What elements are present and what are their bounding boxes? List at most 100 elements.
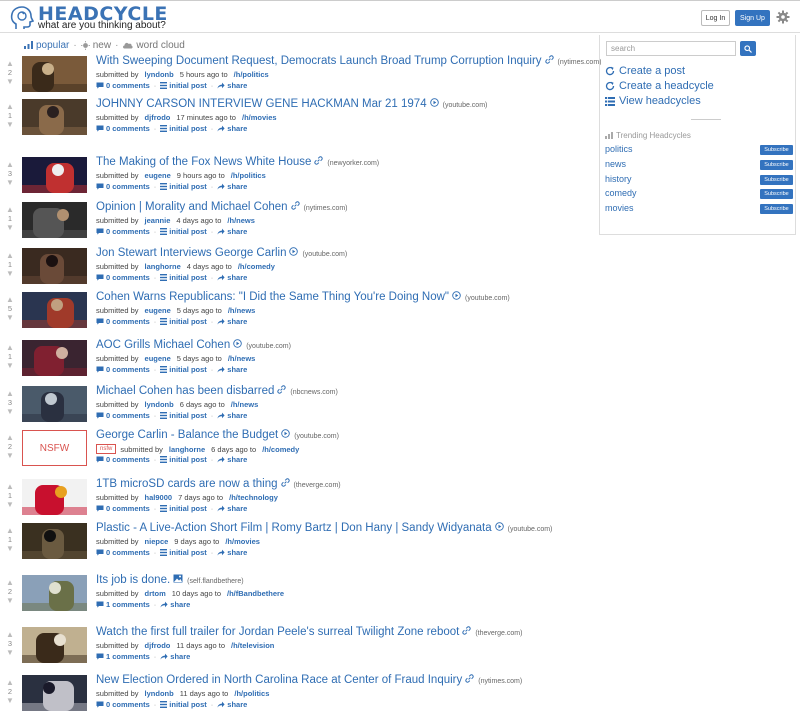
upvote-arrow-icon[interactable]: ▲ [6, 433, 14, 442]
post-author-link[interactable]: langhorne [169, 445, 205, 454]
initial-post-link[interactable]: initial post [160, 700, 207, 709]
search-input[interactable]: search [606, 41, 736, 56]
post-title-link[interactable]: JOHNNY CARSON INTERVIEW GENE HACKMAN Mar… [96, 98, 427, 110]
trending-item-link[interactable]: movies [605, 203, 634, 213]
post-thumbnail[interactable] [22, 675, 87, 711]
post-category-link[interactable]: /h/news [228, 354, 256, 363]
upvote-arrow-icon[interactable]: ▲ [6, 205, 14, 214]
post-category-link[interactable]: /h/news [231, 400, 259, 409]
post-thumbnail[interactable] [22, 575, 87, 611]
subscribe-button[interactable]: Subscribe [760, 175, 793, 185]
post-category-link[interactable]: /h/technology [229, 493, 278, 502]
downvote-arrow-icon[interactable]: ▼ [6, 451, 14, 460]
post-title-link[interactable]: Plastic - A Live-Action Short Film | Rom… [96, 522, 492, 534]
initial-post-link[interactable]: initial post [160, 81, 207, 90]
share-link[interactable]: share [160, 600, 190, 609]
post-category-link[interactable]: /h/fBandbethere [227, 589, 284, 598]
post-title-link[interactable]: Watch the first full trailer for Jordan … [96, 626, 459, 638]
post-domain[interactable]: (youtube.com) [465, 295, 510, 302]
post-thumbnail[interactable] [22, 386, 87, 422]
comments-link[interactable]: 0 comments [96, 182, 150, 191]
post-title-link[interactable]: Opinion | Morality and Michael Cohen [96, 201, 288, 213]
trending-item-link[interactable]: history [605, 174, 632, 184]
post-thumbnail[interactable] [22, 523, 87, 559]
trending-item-link[interactable]: politics [605, 144, 633, 154]
initial-post-link[interactable]: initial post [160, 411, 207, 420]
trending-item-link[interactable]: news [605, 159, 626, 169]
post-category-link[interactable]: /h/comedy [262, 445, 299, 454]
post-title-link[interactable]: Cohen Warns Republicans: "I Did the Same… [96, 291, 449, 303]
post-thumbnail[interactable] [22, 340, 87, 376]
post-domain[interactable]: (nbcnews.com) [290, 389, 337, 396]
comments-link[interactable]: 0 comments [96, 317, 150, 326]
post-category-link[interactable]: /h/television [231, 641, 274, 650]
filter-new[interactable]: new [80, 40, 111, 51]
downvote-arrow-icon[interactable]: ▼ [6, 648, 14, 657]
post-author-link[interactable]: hal9000 [145, 493, 173, 502]
upvote-arrow-icon[interactable]: ▲ [6, 102, 14, 111]
nsfw-thumbnail[interactable]: NSFW [22, 430, 87, 466]
post-author-link[interactable]: lyndonb [145, 400, 174, 409]
post-domain[interactable]: (newyorker.com) [327, 160, 379, 167]
share-link[interactable]: share [217, 227, 247, 236]
share-link[interactable]: share [160, 652, 190, 661]
subscribe-button[interactable]: Subscribe [760, 145, 793, 155]
post-category-link[interactable]: /h/politics [234, 689, 269, 698]
post-title-link[interactable]: 1TB microSD cards are now a thing [96, 478, 278, 490]
upvote-arrow-icon[interactable]: ▲ [6, 343, 14, 352]
gear-icon[interactable] [776, 10, 790, 24]
upvote-arrow-icon[interactable]: ▲ [6, 482, 14, 491]
downvote-arrow-icon[interactable]: ▼ [6, 500, 14, 509]
comments-link[interactable]: 0 comments [96, 227, 150, 236]
upvote-arrow-icon[interactable]: ▲ [6, 578, 14, 587]
post-domain[interactable]: (youtube.com) [246, 343, 291, 350]
initial-post-link[interactable]: initial post [160, 317, 207, 326]
post-title-link[interactable]: The Making of the Fox News White House [96, 156, 311, 168]
comments-link[interactable]: 1 comments [96, 600, 150, 609]
downvote-arrow-icon[interactable]: ▼ [6, 178, 14, 187]
view-headcycles-link[interactable]: View headcycles [605, 95, 701, 107]
post-domain[interactable]: (theverge.com) [475, 630, 522, 637]
initial-post-link[interactable]: initial post [160, 227, 207, 236]
downvote-arrow-icon[interactable]: ▼ [6, 361, 14, 370]
post-author-link[interactable]: langhorne [145, 262, 181, 271]
post-thumbnail[interactable] [22, 292, 87, 328]
comments-link[interactable]: 0 comments [96, 365, 150, 374]
share-link[interactable]: share [217, 317, 247, 326]
downvote-arrow-icon[interactable]: ▼ [6, 223, 14, 232]
login-button[interactable]: Log In [701, 10, 730, 26]
initial-post-link[interactable]: initial post [160, 504, 207, 513]
comments-link[interactable]: 0 comments [96, 81, 150, 90]
upvote-arrow-icon[interactable]: ▲ [6, 389, 14, 398]
search-button[interactable] [740, 41, 756, 56]
upvote-arrow-icon[interactable]: ▲ [6, 678, 14, 687]
upvote-arrow-icon[interactable]: ▲ [6, 160, 14, 169]
filter-popular[interactable]: popular [24, 40, 69, 51]
post-category-link[interactable]: /h/news [228, 306, 256, 315]
post-author-link[interactable]: djfrodo [145, 641, 171, 650]
post-author-link[interactable]: eugene [145, 354, 171, 363]
post-title-link[interactable]: AOC Grills Michael Cohen [96, 339, 230, 351]
post-domain[interactable]: (youtube.com) [294, 433, 339, 440]
share-link[interactable]: share [217, 81, 247, 90]
comments-link[interactable]: 1 comments [96, 652, 150, 661]
downvote-arrow-icon[interactable]: ▼ [6, 120, 14, 129]
share-link[interactable]: share [217, 273, 247, 282]
initial-post-link[interactable]: initial post [160, 182, 207, 191]
post-title-link[interactable]: Its job is done. [96, 574, 170, 586]
subscribe-button[interactable]: Subscribe [760, 189, 793, 199]
share-link[interactable]: share [217, 365, 247, 374]
downvote-arrow-icon[interactable]: ▼ [6, 269, 14, 278]
share-link[interactable]: share [217, 124, 247, 133]
initial-post-link[interactable]: initial post [160, 365, 207, 374]
post-domain[interactable]: (youtube.com) [443, 102, 488, 109]
head-logo-icon[interactable] [8, 5, 34, 31]
initial-post-link[interactable]: initial post [160, 124, 207, 133]
post-category-link[interactable]: /h/movies [225, 537, 260, 546]
post-author-link[interactable]: eugene [145, 306, 171, 315]
trending-item-link[interactable]: comedy [605, 188, 637, 198]
post-domain[interactable]: (nytimes.com) [558, 59, 602, 66]
post-category-link[interactable]: /h/politics [234, 70, 269, 79]
post-thumbnail[interactable] [22, 248, 87, 284]
comments-link[interactable]: 0 comments [96, 411, 150, 420]
